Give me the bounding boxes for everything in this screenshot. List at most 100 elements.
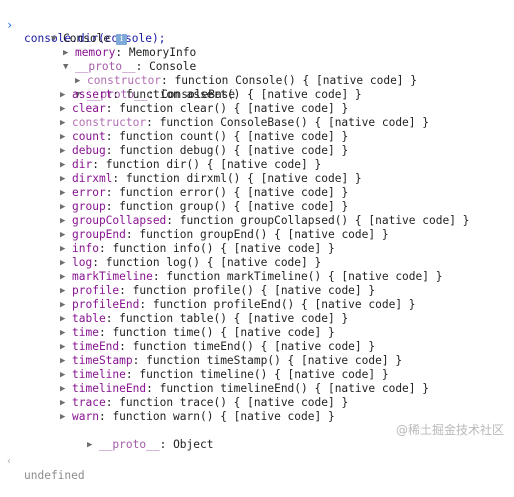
watermark: @稀土掘金技术社区 xyxy=(395,423,504,437)
property-value: function groupCollapsed() { [native code… xyxy=(179,214,470,227)
property-value: function profile() { [native code] } xyxy=(132,284,376,297)
property-value: function dirxml() { [native code] } xyxy=(125,172,362,185)
collapsed-triangle-icon[interactable]: ▶ xyxy=(60,368,72,382)
tree-node-proto-console[interactable]: ▼ __proto__: Console xyxy=(36,46,196,73)
collapsed-triangle-icon[interactable]: ▶ xyxy=(60,326,72,340)
tree-node-proto-object[interactable]: ▶ __proto__: Object xyxy=(60,424,214,451)
tree-node-console[interactable]: ▼ Console i xyxy=(24,18,128,45)
property-value: function warn() { [native code] } xyxy=(112,410,335,423)
property-value: function assert() { [native code] } xyxy=(125,88,362,101)
property-value: function trace() { [native code] } xyxy=(119,396,349,409)
collapsed-triangle-icon[interactable]: ▶ xyxy=(60,270,72,284)
property-key: timelineEnd xyxy=(72,382,147,395)
property-key: timeEnd xyxy=(72,340,120,353)
collapsed-triangle-icon[interactable]: ▶ xyxy=(60,172,72,186)
tree-node-method[interactable]: ▶ table: function table() { [native code]… xyxy=(60,312,348,326)
tree-node-method[interactable]: ▶ clear: function clear() { [native code]… xyxy=(60,102,348,116)
property-key: time xyxy=(72,326,99,339)
tree-node-method[interactable]: ▶ constructor: function ConsoleBase() { [… xyxy=(60,116,429,130)
result-text: undefined xyxy=(24,469,85,482)
tree-node-method[interactable]: ▶ dir: function dir() { [native code] } xyxy=(60,158,321,172)
tree-node-method[interactable]: ▶ error: function error() { [native code]… xyxy=(60,186,348,200)
property-key: dirxml xyxy=(72,172,113,185)
collapsed-triangle-icon[interactable]: ▶ xyxy=(60,158,72,172)
collapsed-triangle-icon[interactable]: ▶ xyxy=(60,298,72,312)
tree-node-method[interactable]: ▶ groupEnd: function groupEnd() { [native… xyxy=(60,228,389,242)
tree-node-method[interactable]: ▶ timeline: function timeline() { [native… xyxy=(60,368,389,382)
property-value: function timelineEnd() { [native code] } xyxy=(159,382,429,395)
property-key: assert xyxy=(72,88,113,101)
property-value: function profileEnd() { [native code] } xyxy=(152,298,416,311)
property-value: function timeEnd() { [native code] } xyxy=(132,340,376,353)
collapsed-triangle-icon[interactable]: ▶ xyxy=(60,186,72,200)
tree-node-method[interactable]: ▶ trace: function trace() { [native code]… xyxy=(60,396,348,410)
property-key: dir xyxy=(72,158,93,171)
collapsed-triangle-icon[interactable]: ▶ xyxy=(60,256,72,270)
tree-node-method[interactable]: ▶ warn: function warn() { [native code] } xyxy=(60,410,335,424)
property-value: function dir() { [native code] } xyxy=(105,158,322,171)
property-key: timeStamp xyxy=(72,354,133,367)
collapsed-triangle-icon[interactable]: ▶ xyxy=(60,200,72,214)
tree-node-method[interactable]: ▶ profile: function profile() { [native c… xyxy=(60,284,375,298)
property-key: timeline xyxy=(72,368,126,381)
console-result-line: ‹ undefined xyxy=(0,441,85,482)
property-value: function timeStamp() { [native code] } xyxy=(146,354,403,367)
tree-node-method[interactable]: ▶ timelineEnd: function timelineEnd() { [… xyxy=(60,382,429,396)
collapsed-triangle-icon[interactable]: ▶ xyxy=(60,130,72,144)
property-value: function clear() { [native code] } xyxy=(119,102,349,115)
collapsed-triangle-icon[interactable]: ▶ xyxy=(60,284,72,298)
property-key: group xyxy=(72,200,106,213)
console-panel: › console.dir(console); ▼ Console i ▶ memor… xyxy=(0,0,514,482)
property-value: function ConsoleBase() { [native code] } xyxy=(159,116,429,129)
tree-node-method[interactable]: ▶ timeStamp: function timeStamp() { [nati… xyxy=(60,354,402,368)
tree-node-method[interactable]: ▶ debug: function debug() { [native code]… xyxy=(60,144,348,158)
collapsed-triangle-icon[interactable]: ▶ xyxy=(60,242,72,256)
property-key: error xyxy=(72,186,106,199)
tree-node-method[interactable]: ▶ markTimeline: function markTimeline() {… xyxy=(60,270,442,284)
result-return-icon: ‹ xyxy=(6,456,13,467)
collapsed-triangle-icon[interactable]: ▶ xyxy=(60,354,72,368)
collapsed-triangle-icon[interactable]: ▶ xyxy=(60,102,72,116)
property-key: groupEnd xyxy=(72,228,126,241)
property-value: function error() { [native code] } xyxy=(119,186,349,199)
collapsed-triangle-icon[interactable]: ▶ xyxy=(60,410,72,424)
property-value: function debug() { [native code] } xyxy=(119,144,349,157)
console-command-line: › console.dir(console); xyxy=(0,4,165,45)
tree-node-method[interactable]: ▶ assert: function assert() { [native cod… xyxy=(60,88,362,102)
collapsed-triangle-icon[interactable]: ▶ xyxy=(60,312,72,326)
collapsed-triangle-icon[interactable]: ▶ xyxy=(60,396,72,410)
property-value: function info() { [native code] } xyxy=(112,242,335,255)
property-key: markTimeline xyxy=(72,270,153,283)
property-key: clear xyxy=(72,102,106,115)
tree-node-method[interactable]: ▶ profileEnd: function profileEnd() { [na… xyxy=(60,298,416,312)
tree-node-method[interactable]: ▶ count: function count() { [native code]… xyxy=(60,130,348,144)
property-value: function timeline() { [native code] } xyxy=(139,368,389,381)
property-key: profile xyxy=(72,284,120,297)
collapsed-triangle-icon[interactable]: ▶ xyxy=(60,340,72,354)
tree-node-method[interactable]: ▶ log: function log() { [native code] } xyxy=(60,256,321,270)
tree-node-proto-consolebase[interactable]: ▼ __proto__: ConsoleBase xyxy=(48,74,235,101)
property-key: trace xyxy=(72,396,106,409)
collapsed-triangle-icon[interactable]: ▶ xyxy=(60,88,72,102)
property-value: function markTimeline() { [native code] … xyxy=(166,270,443,283)
tree-node-method[interactable]: ▶ groupCollapsed: function groupCollapsed… xyxy=(60,214,469,228)
property-value: function time() { [native code] } xyxy=(112,326,335,339)
tree-node-method[interactable]: ▶ timeEnd: function timeEnd() { [native c… xyxy=(60,340,375,354)
property-value: function table() { [native code] } xyxy=(119,312,349,325)
property-key: debug xyxy=(72,144,106,157)
tree-node-method[interactable]: ▶ info: function info() { [native code] } xyxy=(60,242,335,256)
property-value: function count() { [native code] } xyxy=(119,130,349,143)
property-key: log xyxy=(72,256,93,269)
tree-node-method[interactable]: ▶ dirxml: function dirxml() { [native cod… xyxy=(60,172,362,186)
property-key: constructor xyxy=(72,116,147,129)
tree-node-constructor[interactable]: ▶ constructor: function Console() { [nati… xyxy=(48,60,417,87)
tree-node-method[interactable]: ▶ group: function group() { [native code]… xyxy=(60,200,348,214)
collapsed-triangle-icon[interactable]: ▶ xyxy=(60,144,72,158)
collapsed-triangle-icon[interactable]: ▶ xyxy=(60,116,72,130)
collapsed-triangle-icon[interactable]: ▶ xyxy=(60,382,72,396)
tree-node-method[interactable]: ▶ time: function time() { [native code] } xyxy=(60,326,335,340)
collapsed-triangle-icon[interactable]: ▶ xyxy=(60,214,72,228)
tree-node-memory[interactable]: ▶ memory: MemoryInfo xyxy=(36,32,196,59)
property-key: __proto__ xyxy=(98,438,160,451)
collapsed-triangle-icon[interactable]: ▶ xyxy=(60,228,72,242)
